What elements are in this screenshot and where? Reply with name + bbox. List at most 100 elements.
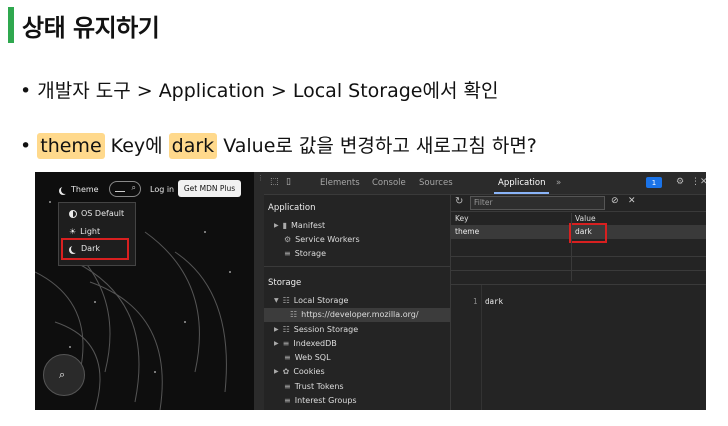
- database-icon: ≡: [284, 396, 291, 405]
- tab-sources[interactable]: Sources: [419, 178, 453, 188]
- tree-item-trust-tokens[interactable]: ≡ Trust Tokens: [284, 382, 344, 391]
- theme-button-label: Theme: [71, 185, 99, 194]
- local-storage-label: Local Storage: [293, 296, 349, 305]
- slide-title: 상태 유지하기: [22, 13, 160, 42]
- devtools-panel: ⬚ ▯ Elements Console Sources Application…: [264, 172, 706, 410]
- tab-console[interactable]: Console: [372, 178, 406, 188]
- trust-tokens-label: Trust Tokens: [294, 382, 344, 391]
- cookies-label: Cookies: [293, 367, 325, 376]
- document-icon: ▮: [282, 221, 288, 230]
- tree-item-cookies[interactable]: ▶ ✿ Cookies: [274, 367, 325, 376]
- browser-screenshot: Theme ⌕ Log in Get MDN Plus OS Default ☀…: [35, 172, 706, 410]
- database-icon: ≡: [284, 382, 291, 391]
- service-workers-label: Service Workers: [295, 235, 360, 244]
- database-icon: ≡: [282, 339, 290, 348]
- site-search-box[interactable]: ⌕: [109, 181, 141, 197]
- title-accent-bar: [8, 7, 14, 43]
- tree-item-manifest[interactable]: ▶ ▮ Manifest: [274, 221, 325, 230]
- column-header-key[interactable]: Key: [455, 214, 469, 223]
- indexeddb-label: IndexedDB: [293, 339, 337, 348]
- expand-arrow-icon: ▶: [274, 368, 279, 375]
- websql-label: Web SQL: [294, 353, 331, 362]
- row-key-cell[interactable]: theme: [455, 227, 479, 236]
- half-circle-icon: [69, 209, 77, 218]
- column-header-value[interactable]: Value: [575, 214, 596, 223]
- clear-all-icon[interactable]: ⊘: [611, 196, 619, 206]
- bullet-key-text: Key에: [104, 135, 169, 157]
- expand-arrow-icon: ▶: [274, 340, 279, 347]
- search-underline: [115, 191, 125, 192]
- preview-text[interactable]: dark: [485, 297, 503, 306]
- more-options-icon[interactable]: ⋮: [691, 177, 700, 187]
- pane-divider[interactable]: [254, 172, 264, 410]
- devtools-tabbar: ⬚ ▯ Elements Console Sources Application…: [264, 172, 706, 195]
- get-mdn-plus-button[interactable]: Get MDN Plus: [178, 180, 241, 197]
- highlight-theme: theme: [37, 133, 105, 159]
- tree-item-local-storage[interactable]: ▼ ☷ Local Storage: [274, 296, 348, 305]
- database-icon: ≡: [284, 249, 291, 258]
- theme-option-light[interactable]: ☀ Light: [69, 227, 100, 236]
- sun-icon: ☀: [69, 227, 77, 236]
- search-icon: ⌕: [59, 368, 66, 381]
- highlight-dark: dark: [168, 133, 218, 159]
- theme-button[interactable]: Theme: [59, 185, 99, 194]
- login-link[interactable]: Log in: [150, 185, 174, 194]
- session-storage-label: Session Storage: [293, 325, 359, 334]
- tab-application[interactable]: Application: [498, 178, 546, 188]
- value-cell-annotation: [569, 223, 607, 243]
- dark-option-annotation: [61, 238, 129, 260]
- section-separator: [264, 266, 450, 267]
- gear-icon: ⚙: [284, 235, 292, 244]
- filter-toolbar: ↻ Filter ⊘ ✕: [451, 194, 706, 212]
- local-storage-view: ↻ Filter ⊘ ✕ Key Value theme dark 1 dark: [451, 194, 706, 410]
- application-section-header: Application: [268, 203, 316, 213]
- slide-title-wrap: 상태 유지하기: [8, 6, 160, 44]
- tree-item-storage[interactable]: ≡ Storage: [284, 249, 326, 258]
- tree-item-service-workers[interactable]: ⚙ Service Workers: [284, 235, 360, 244]
- bullet-change-value: • theme Key에 dark Value로 값을 변경하고 새로고침 하면…: [20, 133, 537, 159]
- collapse-arrow-icon: ▼: [274, 297, 279, 304]
- gear-icon[interactable]: ⚙: [676, 177, 684, 187]
- storage-item-label: Storage: [294, 249, 327, 258]
- inspect-element-icon[interactable]: ⬚: [270, 177, 279, 187]
- search-icon: ⌕: [131, 183, 136, 192]
- interest-groups-label: Interest Groups: [294, 396, 357, 405]
- tree-item-local-storage-origin[interactable]: ☷ https://developer.mozilla.org/: [290, 310, 419, 319]
- os-default-label: OS Default: [81, 209, 125, 218]
- database-icon: ≡: [284, 353, 291, 362]
- cookie-icon: ✿: [282, 367, 290, 376]
- grid-icon: ☷: [282, 325, 290, 334]
- light-label: Light: [80, 227, 101, 236]
- tree-item-websql[interactable]: ≡ Web SQL: [284, 353, 331, 362]
- close-icon[interactable]: ✕: [700, 177, 706, 187]
- grid-icon: ☷: [290, 310, 298, 319]
- column-divider: [571, 213, 572, 281]
- storage-section-header: Storage: [268, 278, 302, 288]
- grid-icon: ☷: [282, 296, 290, 305]
- messages-badge[interactable]: 1: [646, 177, 662, 188]
- origin-label: https://developer.mozilla.org/: [301, 310, 419, 319]
- value-preview-pane: 1 dark: [451, 284, 706, 410]
- bullet-devtools-path: • 개발자 도구 > Application > Local Storage에서…: [20, 80, 499, 102]
- tree-item-interest-groups[interactable]: ≡ Interest Groups: [284, 396, 357, 405]
- more-tabs-button[interactable]: »: [556, 178, 561, 188]
- device-toolbar-icon[interactable]: ▯: [286, 177, 291, 187]
- mdn-site-pane: Theme ⌕ Log in Get MDN Plus OS Default ☀…: [35, 172, 254, 410]
- application-sidebar: Application ▶ ▮ Manifest ⚙ Service Workers …: [264, 194, 451, 410]
- table-gridline: [451, 256, 706, 257]
- expand-arrow-icon: ▶: [274, 222, 279, 229]
- delete-selected-icon[interactable]: ✕: [628, 196, 636, 206]
- gutter-divider: [481, 285, 482, 410]
- tree-item-indexeddb[interactable]: ▶ ≡ IndexedDB: [274, 339, 337, 348]
- floating-search-button[interactable]: ⌕: [43, 354, 85, 396]
- manifest-label: Manifest: [291, 221, 326, 230]
- moon-icon: [61, 186, 69, 194]
- table-gridline: [451, 270, 706, 271]
- tree-item-session-storage[interactable]: ▶ ☷ Session Storage: [274, 325, 358, 334]
- refresh-icon[interactable]: ↻: [455, 196, 463, 207]
- expand-arrow-icon: ▶: [274, 326, 279, 333]
- theme-option-os-default[interactable]: OS Default: [69, 209, 124, 218]
- filter-input[interactable]: Filter: [470, 196, 605, 210]
- tab-elements[interactable]: Elements: [320, 178, 360, 188]
- drag-handle-icon[interactable]: ⋮: [257, 175, 264, 182]
